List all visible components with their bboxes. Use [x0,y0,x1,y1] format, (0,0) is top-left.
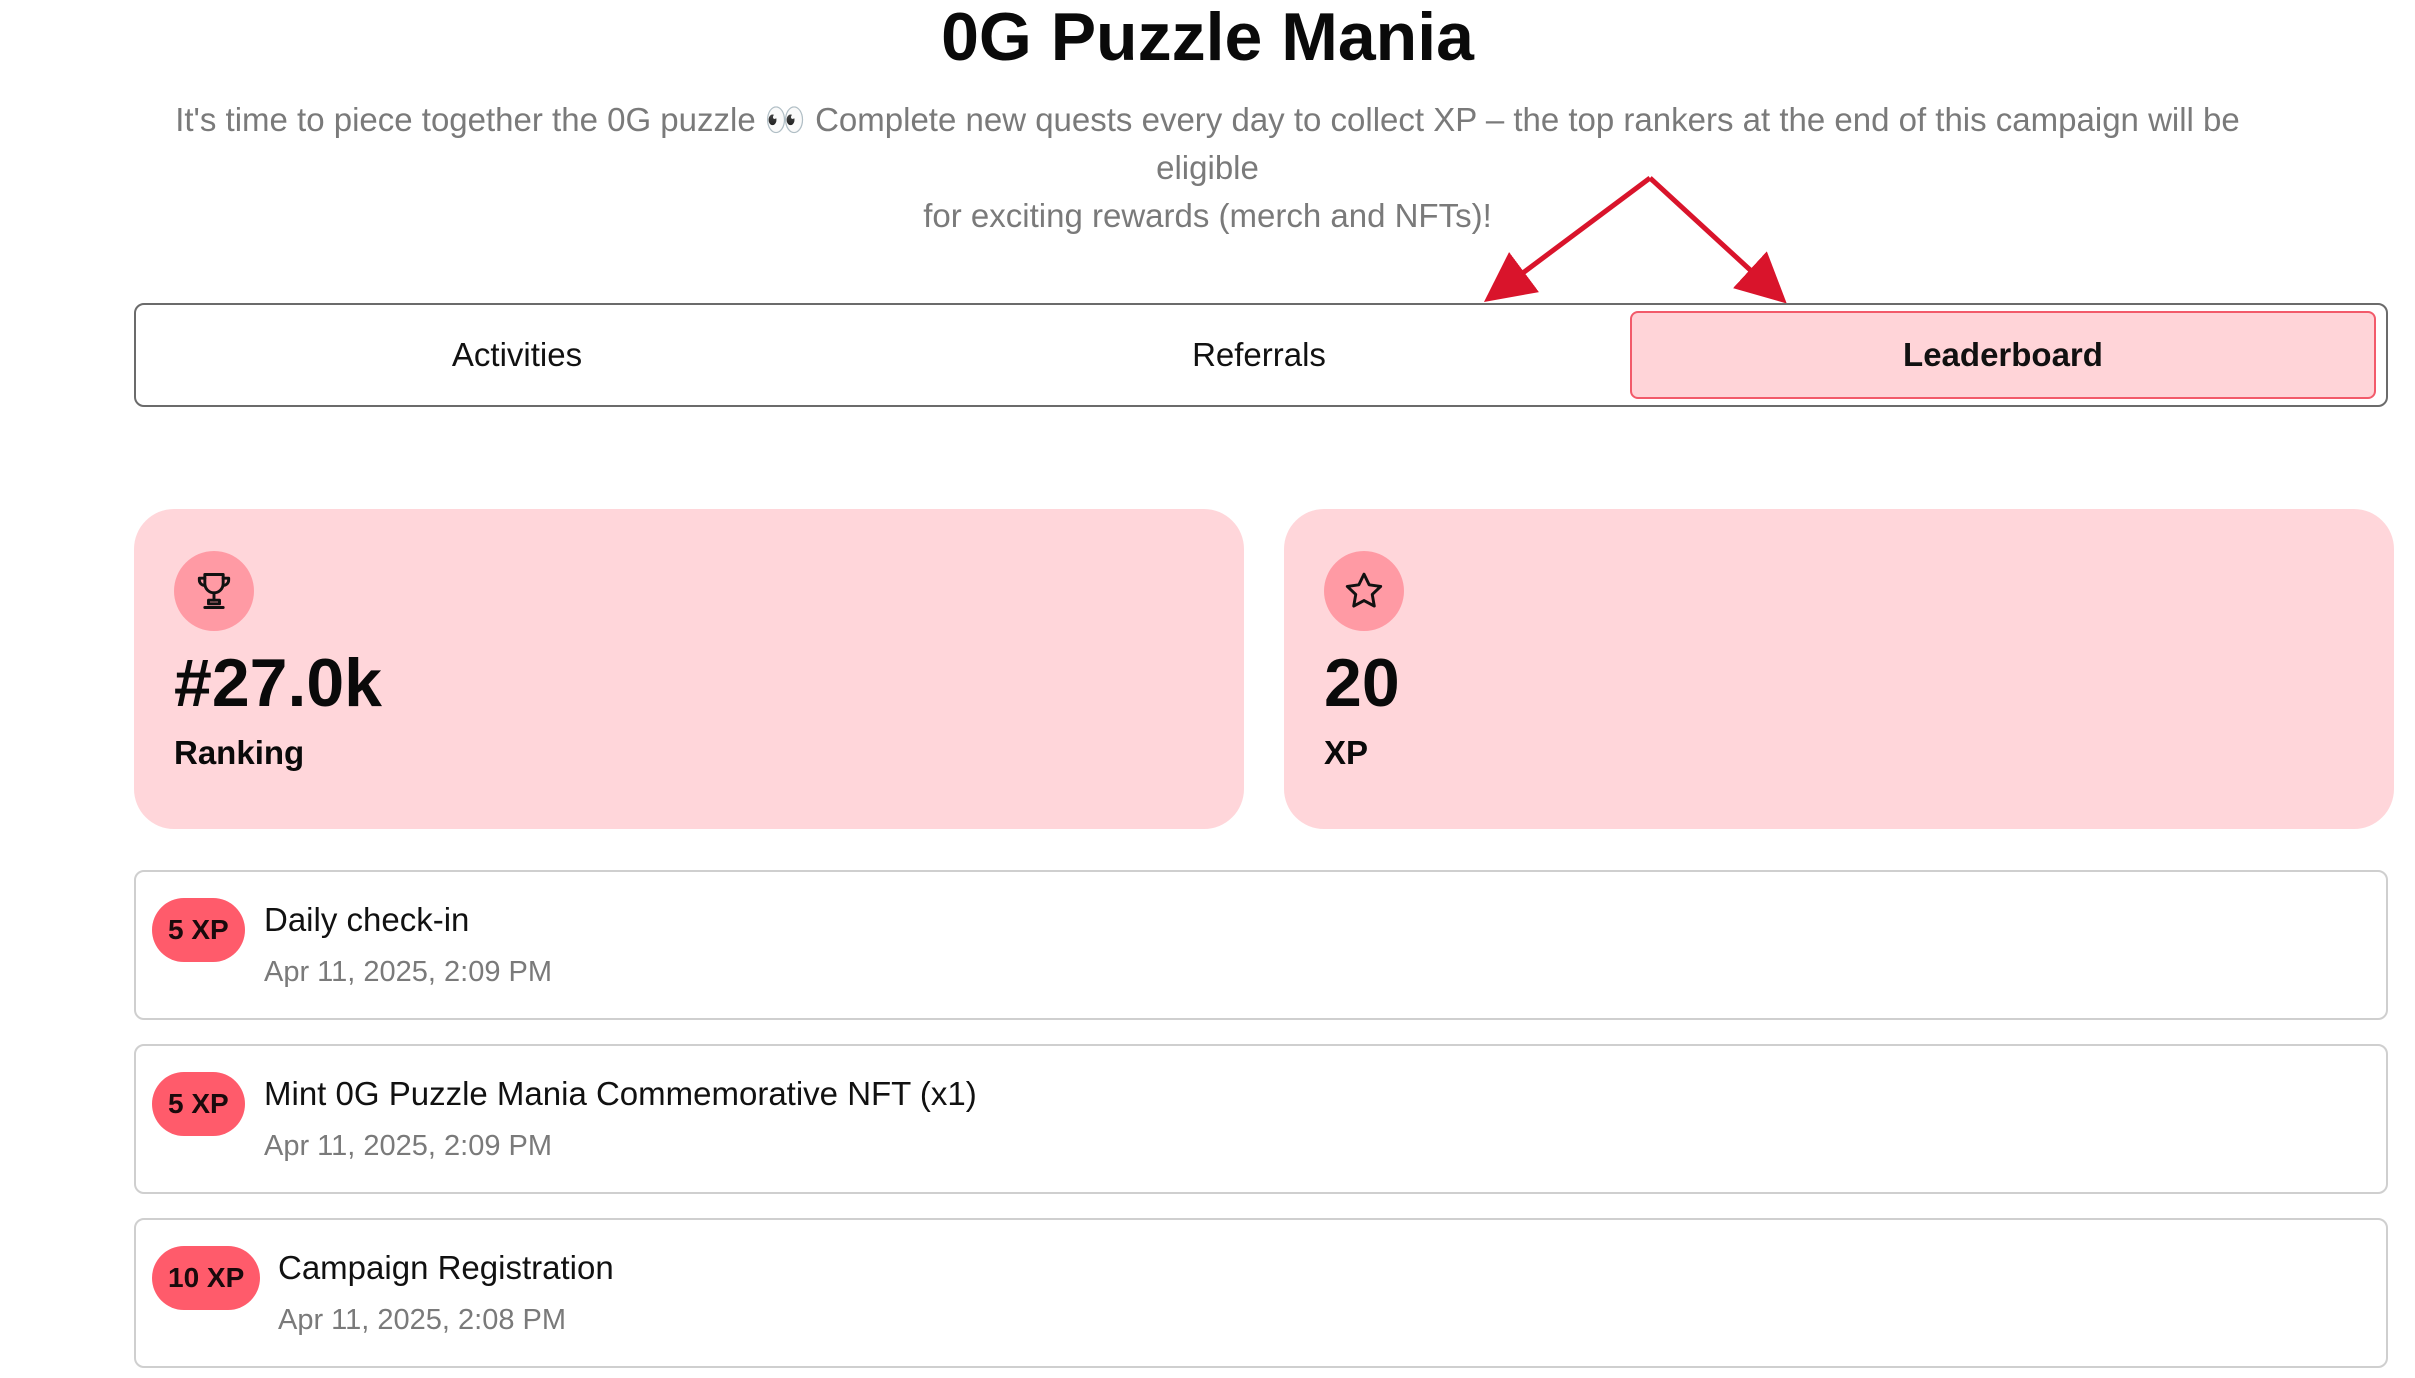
trophy-icon [174,551,254,631]
activity-time: Apr 11, 2025, 2:08 PM [278,1304,567,1336]
tab-leaderboard[interactable]: Leaderboard [1630,311,2376,399]
subtitle-line-1: It's time to piece together the 0G puzzl… [175,101,2240,186]
xp-badge: 5 XP [152,898,245,962]
tab-referrals[interactable]: Referrals [888,311,1630,399]
activity-title: Mint 0G Puzzle Mania Commemorative NFT (… [264,1075,977,1112]
ranking-value: #27.0k [174,645,382,721]
activity-time: Apr 11, 2025, 2:09 PM [264,956,553,988]
activity-title: Campaign Registration [278,1249,614,1286]
xp-badge: 10 XP [152,1246,261,1310]
activity-row: 5 XP Mint 0G Puzzle Mania Commemorative … [134,1044,2388,1194]
xp-badge: 5 XP [152,1072,245,1136]
activity-row: 10 XP Campaign Registration Apr 11, 2025… [134,1218,2388,1368]
page: 0G Puzzle Mania It's time to piece toget… [0,0,2415,1378]
xp-value: 20 [1324,645,1400,721]
ranking-card: #27.0k Ranking [134,509,1244,829]
activity-row: 5 XP Daily check-in Apr 11, 2025, 2:09 P… [134,870,2388,1020]
activity-time: Apr 11, 2025, 2:09 PM [264,1130,553,1162]
page-subtitle: It's time to piece together the 0G puzzl… [130,96,2285,240]
subtitle-line-2: for exciting rewards (merch and NFTs)! [923,197,1492,234]
page-title: 0G Puzzle Mania [941,0,1474,75]
xp-card: 20 XP [1284,509,2394,829]
tab-activities[interactable]: Activities [146,311,888,399]
ranking-label: Ranking [174,734,305,771]
tab-bar: Activities Referrals Leaderboard [134,303,2388,407]
star-icon [1324,551,1404,631]
xp-label: XP [1324,734,1369,771]
activity-title: Daily check-in [264,901,470,938]
